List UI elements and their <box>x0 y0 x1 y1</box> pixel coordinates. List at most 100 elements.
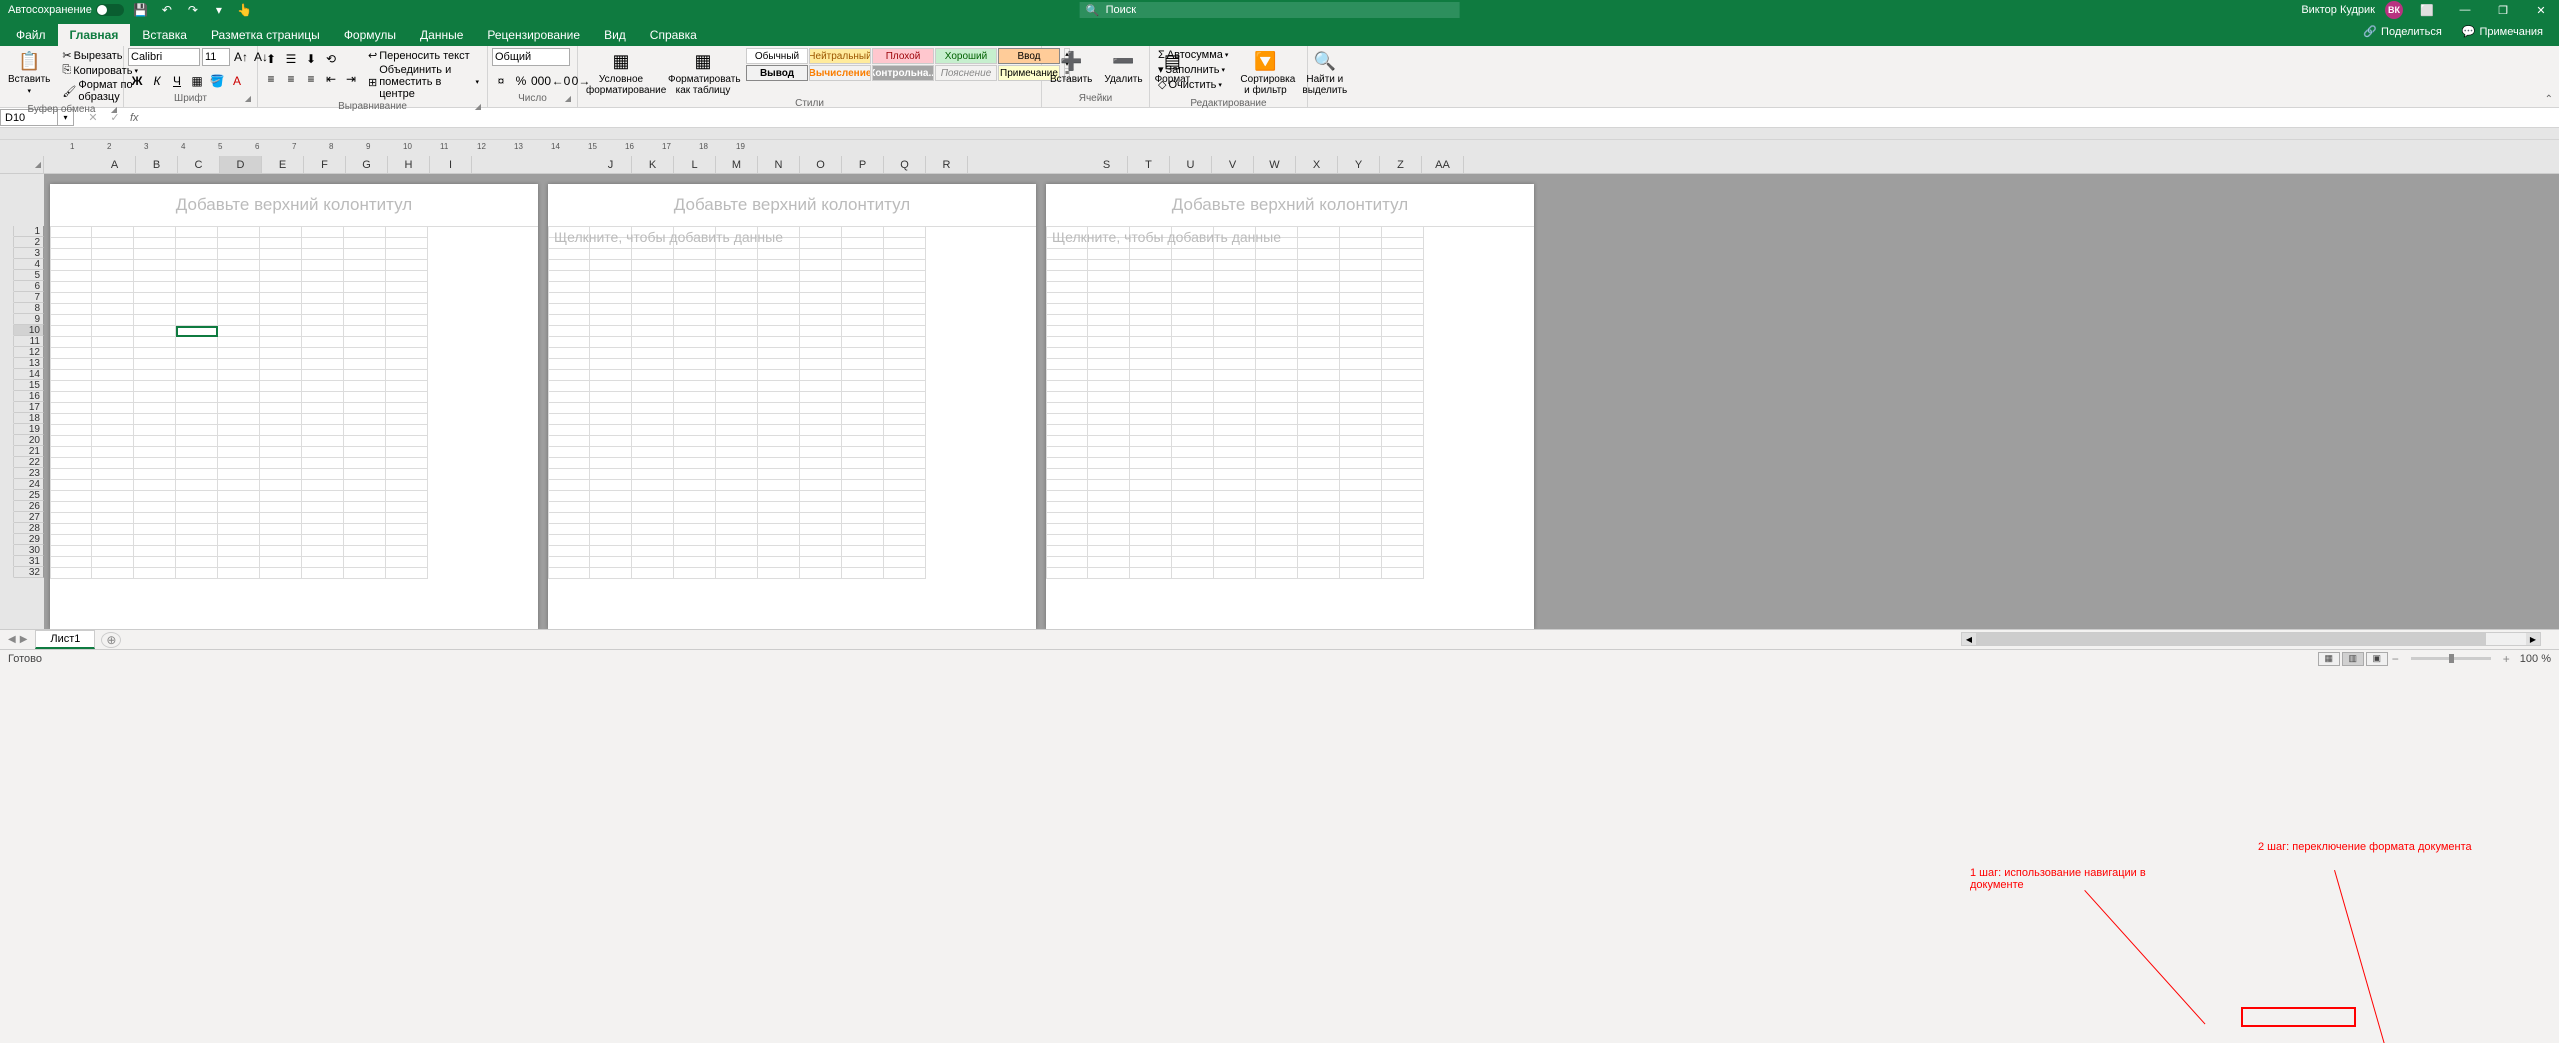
cell[interactable] <box>632 436 674 447</box>
column-header[interactable]: R <box>926 156 968 173</box>
percent-icon[interactable]: % <box>512 72 530 90</box>
cell[interactable] <box>92 282 134 293</box>
cell[interactable] <box>134 392 176 403</box>
cell[interactable] <box>134 238 176 249</box>
cell[interactable] <box>218 315 260 326</box>
cell[interactable] <box>842 535 884 546</box>
cell[interactable] <box>1382 304 1424 315</box>
cell[interactable] <box>1382 458 1424 469</box>
cell[interactable] <box>1256 403 1298 414</box>
cell[interactable] <box>1088 337 1130 348</box>
cell[interactable] <box>50 282 92 293</box>
cell[interactable] <box>716 458 758 469</box>
cell[interactable] <box>674 271 716 282</box>
cell[interactable] <box>842 249 884 260</box>
cell[interactable] <box>800 370 842 381</box>
cell[interactable] <box>302 469 344 480</box>
column-header[interactable]: T <box>1128 156 1170 173</box>
cell[interactable] <box>92 271 134 282</box>
cell[interactable] <box>716 480 758 491</box>
cell[interactable] <box>344 447 386 458</box>
cell[interactable] <box>386 447 428 458</box>
column-header[interactable]: X <box>1296 156 1338 173</box>
cell[interactable] <box>1340 293 1382 304</box>
page-header-prompt[interactable]: Добавьте верхний колонтитул <box>548 184 1036 226</box>
cell[interactable] <box>218 546 260 557</box>
cell[interactable] <box>758 249 800 260</box>
cell[interactable] <box>800 304 842 315</box>
cell[interactable] <box>1046 304 1088 315</box>
cell[interactable] <box>260 337 302 348</box>
cell[interactable] <box>842 282 884 293</box>
row-header[interactable]: 17 <box>14 402 44 413</box>
cell[interactable] <box>1214 359 1256 370</box>
cell[interactable] <box>716 491 758 502</box>
cell[interactable] <box>1382 271 1424 282</box>
cell[interactable] <box>344 227 386 238</box>
cell[interactable] <box>590 304 632 315</box>
cell[interactable] <box>218 326 260 337</box>
column-header[interactable]: W <box>1254 156 1296 173</box>
cell[interactable] <box>386 381 428 392</box>
cell[interactable] <box>386 326 428 337</box>
row-header[interactable]: 7 <box>14 292 44 303</box>
tab-help[interactable]: Справка <box>638 24 709 46</box>
style-check[interactable]: Контрольна... <box>872 65 934 81</box>
cell[interactable] <box>386 403 428 414</box>
cell[interactable] <box>344 381 386 392</box>
cell[interactable] <box>386 392 428 403</box>
cell[interactable] <box>1214 491 1256 502</box>
cell[interactable] <box>1130 304 1172 315</box>
cell[interactable] <box>632 491 674 502</box>
align-center-icon[interactable]: ≡ <box>282 70 300 88</box>
cell[interactable] <box>1298 293 1340 304</box>
cell[interactable] <box>1046 546 1088 557</box>
cell[interactable] <box>674 513 716 524</box>
cell[interactable] <box>1088 315 1130 326</box>
cell[interactable] <box>884 238 926 249</box>
cell[interactable] <box>302 502 344 513</box>
zoom-value[interactable]: 100 % <box>2520 653 2551 665</box>
cell[interactable] <box>1172 436 1214 447</box>
cell[interactable] <box>92 535 134 546</box>
cell[interactable] <box>632 381 674 392</box>
cell[interactable] <box>1172 414 1214 425</box>
cell[interactable] <box>1130 436 1172 447</box>
cell[interactable] <box>590 491 632 502</box>
cell[interactable] <box>386 271 428 282</box>
cell[interactable] <box>1088 480 1130 491</box>
cell[interactable] <box>344 271 386 282</box>
cell[interactable] <box>842 447 884 458</box>
cell[interactable] <box>758 403 800 414</box>
cell[interactable] <box>260 260 302 271</box>
cell[interactable] <box>134 304 176 315</box>
cell[interactable] <box>386 359 428 370</box>
cell[interactable] <box>716 469 758 480</box>
cell[interactable] <box>1256 370 1298 381</box>
cell[interactable] <box>1130 282 1172 293</box>
cell[interactable] <box>302 315 344 326</box>
cell[interactable] <box>1214 370 1256 381</box>
cell[interactable] <box>50 403 92 414</box>
cell[interactable] <box>1130 359 1172 370</box>
cell[interactable] <box>1298 458 1340 469</box>
cell[interactable] <box>302 326 344 337</box>
column-header[interactable]: AA <box>1422 156 1464 173</box>
cell[interactable] <box>1382 524 1424 535</box>
cell[interactable] <box>548 447 590 458</box>
style-output[interactable]: Вывод <box>746 65 808 81</box>
cell[interactable] <box>386 458 428 469</box>
cell[interactable] <box>758 535 800 546</box>
cell[interactable] <box>548 337 590 348</box>
cell[interactable] <box>1340 359 1382 370</box>
cell[interactable] <box>92 249 134 260</box>
cell[interactable] <box>842 414 884 425</box>
cell[interactable] <box>800 348 842 359</box>
cell[interactable] <box>758 381 800 392</box>
cell[interactable] <box>548 491 590 502</box>
row-header[interactable]: 31 <box>14 556 44 567</box>
cell[interactable] <box>344 282 386 293</box>
collapse-ribbon-icon[interactable]: ⌃ <box>2545 94 2553 105</box>
cell[interactable] <box>386 260 428 271</box>
italic-button[interactable]: К <box>148 72 166 90</box>
